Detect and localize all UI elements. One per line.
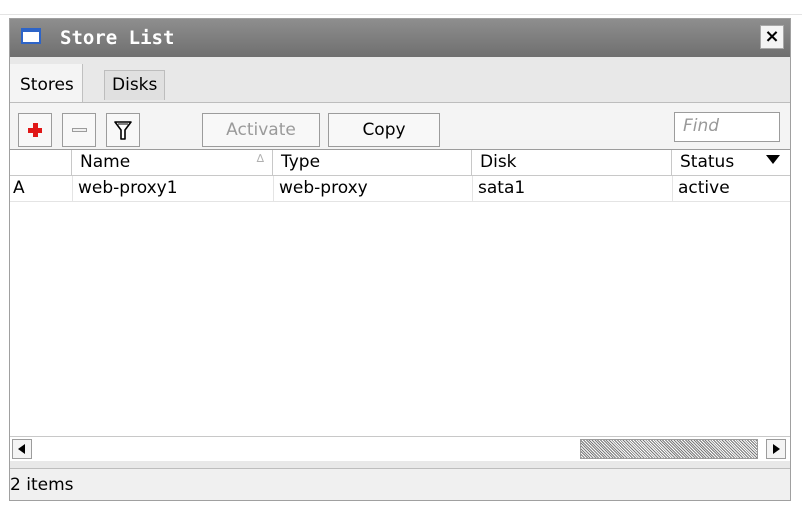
filter-button[interactable]	[106, 113, 140, 147]
column-header-type[interactable]: Type	[273, 150, 472, 176]
tab-disks[interactable]: Disks	[104, 70, 166, 100]
window-icon	[21, 28, 41, 44]
activate-button[interactable]: Activate	[202, 113, 320, 147]
scroll-right-button[interactable]	[766, 439, 786, 459]
toolbar: Activate Copy Find	[10, 102, 790, 150]
tab-stores[interactable]: Stores	[10, 64, 83, 102]
columns-dropdown-icon[interactable]	[766, 155, 780, 164]
column-header-name[interactable]: Name ∆	[72, 150, 273, 176]
row-type: web-proxy	[279, 178, 368, 198]
scroll-left-button[interactable]	[12, 439, 32, 459]
row-name: web-proxy1	[78, 178, 178, 198]
scrollbar-thumb[interactable]	[580, 439, 758, 459]
stores-table: Name ∆ Type Disk Status A web-proxy1 web…	[10, 149, 790, 437]
add-button[interactable]	[18, 113, 52, 147]
background-strip	[0, 0, 802, 15]
column-separator	[72, 176, 73, 201]
sort-ascending-icon: ∆	[256, 152, 264, 165]
store-list-window: Store List × Stores Disks Activate Copy …	[9, 18, 791, 501]
copy-button[interactable]: Copy	[328, 113, 440, 147]
table-row[interactable]: A web-proxy1 web-proxy sata1 active	[10, 176, 790, 202]
window-title: Store List	[60, 27, 175, 49]
horizontal-scrollbar[interactable]	[10, 436, 790, 461]
find-input[interactable]: Find	[674, 112, 780, 142]
arrow-right-icon	[773, 444, 780, 454]
column-separator	[472, 176, 473, 201]
column-header-disk[interactable]: Disk	[472, 150, 672, 176]
row-disk: sata1	[478, 178, 526, 198]
close-button[interactable]: ×	[760, 25, 784, 49]
filter-icon	[114, 121, 132, 140]
item-count: 2 items	[10, 475, 74, 495]
remove-button[interactable]	[62, 113, 96, 147]
column-header-flag[interactable]	[10, 150, 72, 176]
column-separator	[672, 176, 673, 201]
title-bar[interactable]: Store List ×	[10, 19, 790, 57]
arrow-left-icon	[18, 444, 25, 454]
row-status: active	[678, 178, 730, 198]
tab-bar: Stores Disks	[10, 57, 790, 102]
row-flag: A	[13, 178, 25, 198]
column-separator	[273, 176, 274, 201]
minus-icon	[72, 128, 87, 132]
status-bar: 2 items	[10, 468, 790, 500]
